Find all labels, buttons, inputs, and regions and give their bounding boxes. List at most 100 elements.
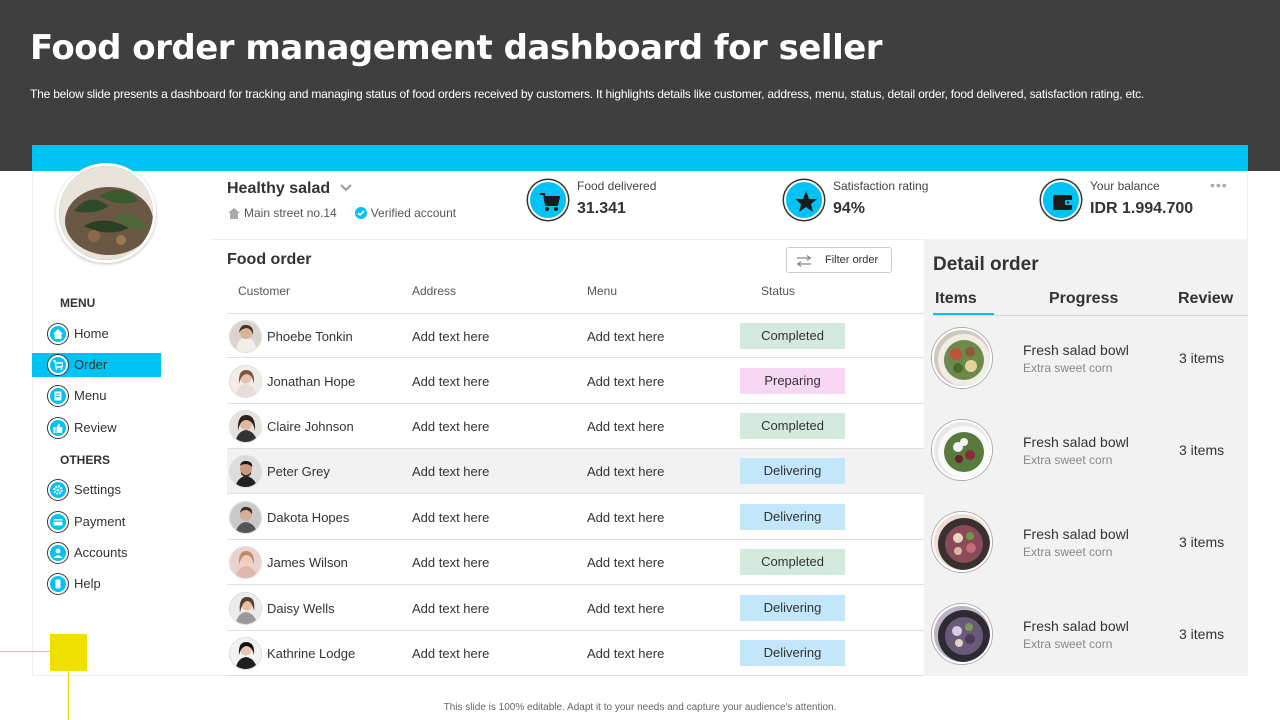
item-count: 3 items [1179,626,1225,642]
column-header-customer[interactable]: Customer [238,284,290,298]
decor-square [50,634,87,671]
decor-line [0,651,50,652]
salad-bowl-image [932,420,992,480]
check-badge-icon [354,207,367,219]
customer-name: Kathrine Lodge [267,646,356,661]
table-row[interactable]: Peter Grey Add text here Add text here D… [227,449,924,494]
star-icon [784,180,824,220]
item-option: Extra sweet corn [1023,545,1113,559]
sidebar-item-settings[interactable]: Settings [32,478,161,502]
column-header-menu[interactable]: Menu [587,284,617,298]
item-name: Fresh salad bowl [1023,526,1129,542]
user-icon [48,543,68,563]
status-badge: Completed [740,549,845,575]
column-header-address[interactable]: Address [412,284,456,298]
customer-name: Peter Grey [267,464,330,479]
salad-bowl-image [932,512,992,572]
status-badge: Preparing [740,368,845,394]
customer-avatar [229,592,262,625]
status-badge: Completed [740,413,845,439]
order-address: Add text here [412,555,490,570]
page-title: Food order management dashboard for sell… [30,28,883,68]
cart-icon [48,355,68,375]
order-menu: Add text here [587,601,665,616]
list-item[interactable]: Fresh salad bowl Extra sweet corn 3 item… [924,592,1248,684]
shop-name: Healthy salad [227,180,331,197]
sidebar-item-label: Settings [74,482,121,497]
stat-label: Food delivered [577,179,657,193]
sidebar-item-order[interactable]: Order [32,353,161,377]
home-icon [48,324,68,344]
status-badge: Delivering [740,640,845,666]
order-menu: Add text here [587,646,665,661]
status-badge: Completed [740,323,845,349]
tab-items[interactable]: Items [935,290,977,308]
food-order-title: Food order [227,251,312,268]
page-subtitle: The below slide presents a dashboard for… [30,87,1145,101]
customer-name: James Wilson [267,555,348,570]
order-menu: Add text here [587,374,665,389]
table-row[interactable]: Phoebe Tonkin Add text here Add text her… [227,313,924,358]
item-count: 3 items [1179,534,1225,550]
order-address: Add text here [412,646,490,661]
book-icon [48,386,68,406]
sidebar-item-label: Accounts [74,545,128,560]
accent-band [32,145,1248,171]
more-options-icon[interactable]: ••• [1210,177,1228,193]
filter-order-button[interactable]: Filter order [786,247,892,273]
tab-review[interactable]: Review [1178,290,1233,308]
shop-meta: Main street no.14 Verified account [228,206,456,220]
sidebar-item-help[interactable]: Help [32,572,161,596]
customer-name: Claire Johnson [267,419,354,434]
item-name: Fresh salad bowl [1023,618,1129,634]
customer-avatar [229,501,262,534]
column-header-status[interactable]: Status [761,284,795,298]
stat-value: IDR 1.994.700 [1090,200,1194,217]
order-address: Add text here [412,464,490,479]
table-row[interactable]: Kathrine Lodge Add text here Add text he… [227,631,924,676]
list-item[interactable]: Fresh salad bowl Extra sweet corn 3 item… [924,316,1248,408]
sidebar-item-home[interactable]: Home [32,322,161,346]
menu-heading: MENU [60,296,96,310]
sidebar-item-label: Order [74,357,108,372]
status-badge: Delivering [740,595,845,621]
customer-name: Jonathan Hope [267,374,356,389]
phone-icon [48,574,68,594]
list-item[interactable]: Fresh salad bowl Extra sweet corn 3 item… [924,500,1248,592]
sidebar-item-label: Home [74,326,109,341]
chevron-down-icon[interactable] [340,183,352,193]
active-tab-indicator [933,313,994,315]
table-row[interactable]: Daisy Wells Add text here Add text here … [227,586,924,631]
sidebar-item-label: Menu [74,388,107,403]
detail-order-title: Detail order [933,254,1039,275]
item-option: Extra sweet corn [1023,361,1113,375]
sidebar-item-accounts[interactable]: Accounts [32,541,161,565]
order-address: Add text here [412,329,490,344]
customer-avatar [229,365,262,398]
shop-address: Main street no.14 [244,206,337,220]
table-row[interactable]: Claire Johnson Add text here Add text he… [227,404,924,449]
sidebar-item-label: Review [74,420,117,435]
order-menu: Add text here [587,555,665,570]
sidebar-item-review[interactable]: Review [32,416,161,440]
table-row[interactable]: Jonathan Hope Add text here Add text her… [227,359,924,404]
stat-label: Satisfaction rating [833,179,929,193]
item-count: 3 items [1179,350,1225,366]
order-menu: Add text here [587,464,665,479]
shop-avatar[interactable] [56,163,156,263]
list-item[interactable]: Fresh salad bowl Extra sweet corn 3 item… [924,408,1248,500]
order-menu: Add text here [587,419,665,434]
salad-bowl-image [932,604,992,664]
item-name: Fresh salad bowl [1023,342,1129,358]
table-row[interactable]: Dakota Hopes Add text here Add text here… [227,495,924,540]
sidebar-item-payment[interactable]: Payment [32,510,161,534]
sidebar-item-label: Help [74,576,101,591]
cart-icon [528,180,568,220]
table-row[interactable]: James Wilson Add text here Add text here… [227,540,924,585]
item-name: Fresh salad bowl [1023,434,1129,450]
others-heading: OTHERS [60,453,111,467]
sidebar-item-menu[interactable]: Menu [32,384,161,408]
order-address: Add text here [412,374,490,389]
customer-avatar [229,410,262,443]
tab-progress[interactable]: Progress [1049,290,1118,308]
